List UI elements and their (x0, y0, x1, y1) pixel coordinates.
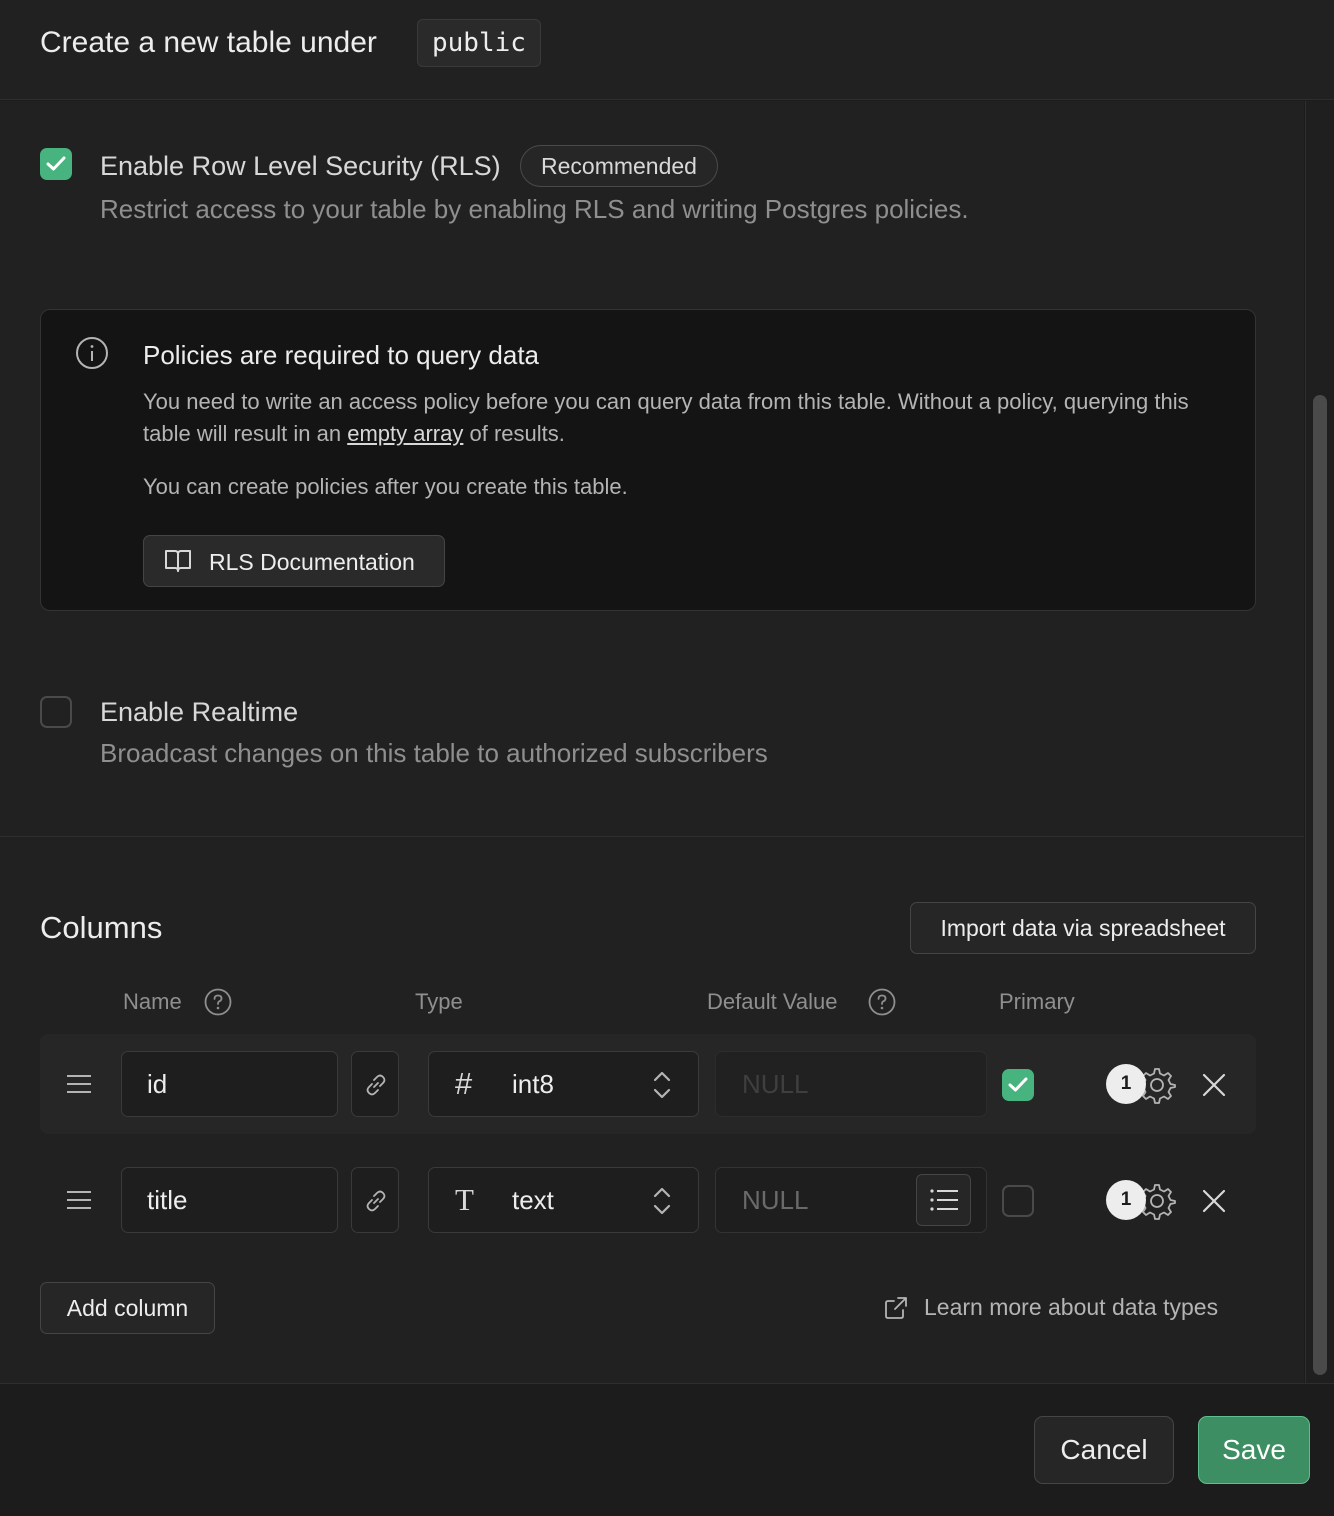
columns-title: Columns (40, 910, 163, 945)
help-icon[interactable] (868, 988, 896, 1016)
rls-checkbox[interactable] (40, 148, 72, 180)
check-icon (1008, 1077, 1028, 1092)
primary-key-checkbox[interactable] (1002, 1069, 1034, 1101)
foreign-key-button[interactable] (351, 1167, 399, 1233)
import-spreadsheet-button[interactable]: Import data via spreadsheet (910, 902, 1256, 954)
check-icon (46, 156, 66, 171)
count-badge: 1 (1106, 1180, 1146, 1220)
text-type-icon: T (455, 1182, 474, 1217)
close-icon[interactable] (1201, 1188, 1227, 1214)
dialog-header: Create a new table under public (0, 0, 1334, 100)
primary-key-checkbox[interactable] (1002, 1185, 1034, 1217)
save-button[interactable]: Save (1198, 1416, 1310, 1484)
notice-title: Policies are required to query data (143, 340, 540, 370)
hash-icon: # (455, 1066, 473, 1101)
realtime-label: Enable Realtime (100, 697, 299, 727)
notice-text-part: You need to write an access policy befor… (143, 389, 1189, 446)
close-icon[interactable] (1201, 1072, 1227, 1098)
recommended-badge: Recommended (520, 145, 718, 187)
rls-description: Restrict access to your table by enablin… (100, 194, 969, 224)
column-name-input[interactable]: id (121, 1051, 338, 1117)
column-name-input[interactable]: title (121, 1167, 338, 1233)
column-type-select[interactable]: # int8 (428, 1051, 699, 1117)
notice-secondary-text: You can create policies after you create… (143, 474, 628, 499)
notice-text-part: of results. (463, 421, 565, 446)
column-type-value: text (512, 1185, 554, 1215)
drag-handle-icon[interactable] (66, 1190, 92, 1210)
link-icon (366, 1190, 386, 1212)
count-badge: 1 (1106, 1064, 1146, 1104)
realtime-description: Broadcast changes on this table to autho… (100, 738, 768, 768)
default-value-placeholder: NULL (742, 1185, 809, 1215)
external-link-icon (885, 1297, 907, 1319)
rls-documentation-label: RLS Documentation (209, 549, 415, 575)
help-icon[interactable] (204, 988, 232, 1016)
dialog-title: Create a new table under (40, 26, 377, 59)
default-value-input[interactable]: NULL (715, 1051, 987, 1117)
column-header-primary: Primary (999, 989, 1075, 1014)
learn-data-types-label: Learn more about data types (924, 1294, 1219, 1320)
default-value-placeholder: NULL (742, 1069, 809, 1099)
column-header-type: Type (415, 989, 463, 1014)
foreign-key-button[interactable] (351, 1051, 399, 1117)
schema-chip: public (417, 19, 541, 67)
scrollbar-thumb[interactable] (1313, 395, 1327, 1375)
book-icon (165, 550, 191, 572)
default-value-input[interactable]: NULL (715, 1167, 987, 1233)
section-divider (0, 836, 1304, 837)
column-type-select[interactable]: T text (428, 1167, 699, 1233)
drag-handle-icon[interactable] (66, 1074, 92, 1094)
realtime-checkbox[interactable] (40, 696, 72, 728)
notice-text: You need to write an access policy befor… (143, 386, 1203, 450)
add-column-button[interactable]: Add column (40, 1282, 215, 1334)
column-header-default-value: Default Value (707, 989, 838, 1014)
list-icon (930, 1189, 958, 1211)
link-icon (366, 1074, 386, 1096)
empty-array-link[interactable]: empty array (347, 421, 463, 446)
info-icon (76, 337, 108, 369)
cancel-button[interactable]: Cancel (1034, 1416, 1174, 1484)
column-header-name: Name (123, 989, 182, 1014)
rls-label: Enable Row Level Security (RLS) (100, 151, 501, 181)
chevron-up-down-icon (653, 1071, 671, 1099)
column-type-value: int8 (512, 1069, 554, 1099)
rls-documentation-button[interactable]: RLS Documentation (143, 535, 445, 587)
policy-notice: Policies are required to query data You … (40, 309, 1256, 611)
default-value-suggestions-button[interactable] (916, 1174, 971, 1226)
chevron-up-down-icon (653, 1187, 671, 1215)
